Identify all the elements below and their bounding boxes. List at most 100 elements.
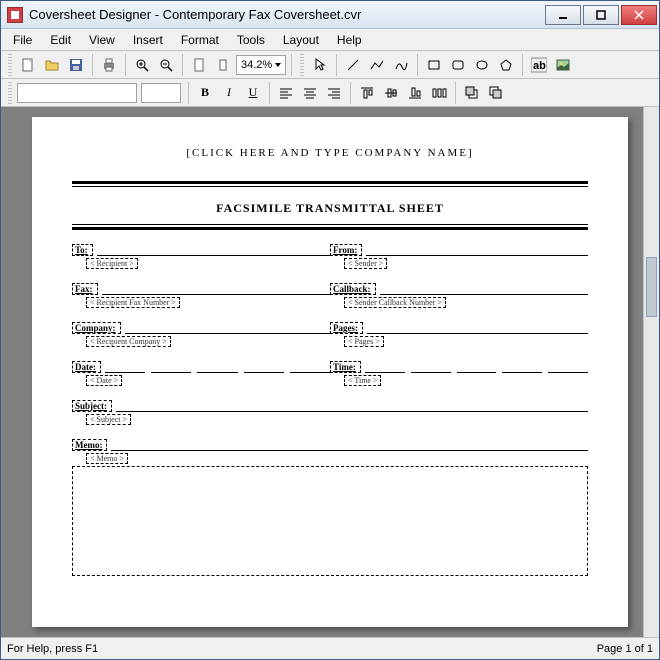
align-left-button[interactable] <box>275 82 297 104</box>
align-middle-button[interactable] <box>380 82 402 104</box>
zoom-value: 34.2% <box>241 59 272 71</box>
new-button[interactable] <box>17 54 39 76</box>
bring-front-icon <box>464 85 480 101</box>
zoom-out-icon <box>158 57 174 73</box>
menu-format[interactable]: Format <box>173 31 227 49</box>
zoom-level[interactable]: 34.2% <box>236 55 286 75</box>
separator <box>188 82 189 104</box>
toolbar-grip[interactable] <box>8 82 12 104</box>
memo-textarea[interactable] <box>72 466 588 576</box>
scrollbar-thumb[interactable] <box>646 257 657 317</box>
align-left-icon <box>278 85 294 101</box>
document-page[interactable]: [CLICK HERE AND TYPE COMPANY NAME] FACSI… <box>32 117 628 627</box>
save-button[interactable] <box>65 54 87 76</box>
menu-tools[interactable]: Tools <box>229 31 273 49</box>
menu-insert[interactable]: Insert <box>125 31 171 49</box>
field-value-company[interactable]: < Recipient Company > <box>86 336 171 347</box>
ellipse-icon <box>474 57 490 73</box>
rect-tool[interactable] <box>423 54 445 76</box>
polygon-icon <box>498 57 514 73</box>
menu-edit[interactable]: Edit <box>42 31 79 49</box>
field-fax[interactable]: Fax: < Recipient Fax Number > <box>72 283 330 308</box>
italic-button[interactable]: I <box>218 82 240 104</box>
field-time[interactable]: Time: < Time > <box>330 361 588 386</box>
field-value-from[interactable]: < Sender > <box>344 258 387 269</box>
field-memo[interactable]: Memo: < Memo > <box>72 439 588 576</box>
maximize-button[interactable] <box>583 5 619 25</box>
ellipse-tool[interactable] <box>471 54 493 76</box>
page-width-button[interactable] <box>188 54 210 76</box>
align-right-button[interactable] <box>323 82 345 104</box>
field-value-date[interactable]: < Date > <box>86 375 122 386</box>
field-label-pages: Pages: <box>330 322 363 334</box>
field-company[interactable]: Company: < Recipient Company > <box>72 322 330 347</box>
minimize-button[interactable] <box>545 5 581 25</box>
rounded-rect-icon <box>450 57 466 73</box>
field-from[interactable]: From: < Sender > <box>330 244 588 269</box>
align-bottom-icon <box>407 85 423 101</box>
field-subject[interactable]: Subject: < Subject > <box>72 400 588 425</box>
font-size-selector[interactable] <box>141 83 181 103</box>
close-button[interactable] <box>621 5 657 25</box>
maximize-icon <box>596 10 606 20</box>
freehand-icon <box>393 57 409 73</box>
field-date[interactable]: Date: < Date > <box>72 361 330 386</box>
print-button[interactable] <box>98 54 120 76</box>
rounded-rect-tool[interactable] <box>447 54 469 76</box>
menu-layout[interactable]: Layout <box>275 31 327 49</box>
underline-button[interactable]: U <box>242 82 264 104</box>
new-file-icon <box>20 57 36 73</box>
font-selector[interactable] <box>17 83 137 103</box>
field-value-memo[interactable]: < Memo > <box>86 453 128 464</box>
distribute-button[interactable] <box>428 82 450 104</box>
open-button[interactable] <box>41 54 63 76</box>
menu-view[interactable]: View <box>81 31 123 49</box>
rect-icon <box>426 57 442 73</box>
menu-file[interactable]: File <box>5 31 40 49</box>
canvas-area[interactable]: [CLICK HERE AND TYPE COMPANY NAME] FACSI… <box>1 107 659 637</box>
freehand-tool[interactable] <box>390 54 412 76</box>
text-tool[interactable]: ab <box>528 54 550 76</box>
bring-front-button[interactable] <box>461 82 483 104</box>
status-help-text: For Help, press F1 <box>7 643 98 655</box>
menu-help[interactable]: Help <box>329 31 370 49</box>
image-tool[interactable] <box>552 54 574 76</box>
field-to[interactable]: To: < Recipient > <box>72 244 330 269</box>
send-back-button[interactable] <box>485 82 507 104</box>
separator <box>269 82 270 104</box>
pointer-tool[interactable] <box>309 54 331 76</box>
separator <box>350 82 351 104</box>
toolbar-grip[interactable] <box>8 54 12 76</box>
toolbar-main: 34.2% ab <box>1 51 659 79</box>
italic-icon: I <box>227 85 231 100</box>
toolbar-grip[interactable] <box>300 54 304 76</box>
pointer-icon <box>312 57 328 73</box>
align-center-button[interactable] <box>299 82 321 104</box>
field-value-time[interactable]: < Time > <box>344 375 381 386</box>
separator <box>455 82 456 104</box>
dropdown-icon <box>275 63 281 67</box>
polyline-tool[interactable] <box>366 54 388 76</box>
zoom-in-button[interactable] <box>131 54 153 76</box>
fields-area: To: < Recipient > From: < Sender > <box>72 244 588 576</box>
field-value-to[interactable]: < Recipient > <box>86 258 138 269</box>
polygon-tool[interactable] <box>495 54 517 76</box>
line-tool[interactable] <box>342 54 364 76</box>
field-callback[interactable]: Callback: < Sender Callback Number > <box>330 283 588 308</box>
app-icon <box>7 7 23 23</box>
vertical-scrollbar[interactable] <box>643 107 659 637</box>
zoom-out-button[interactable] <box>155 54 177 76</box>
field-value-pages[interactable]: < Pages > <box>344 336 384 347</box>
company-name-placeholder[interactable]: [CLICK HERE AND TYPE COMPANY NAME] <box>72 147 588 159</box>
separator <box>125 54 126 76</box>
align-bottom-button[interactable] <box>404 82 426 104</box>
polyline-icon <box>369 57 385 73</box>
whole-page-button[interactable] <box>212 54 234 76</box>
field-value-callback[interactable]: < Sender Callback Number > <box>344 297 446 308</box>
bold-button[interactable]: B <box>194 82 216 104</box>
field-value-fax[interactable]: < Recipient Fax Number > <box>86 297 180 308</box>
align-top-button[interactable] <box>356 82 378 104</box>
field-value-subject[interactable]: < Subject > <box>86 414 131 425</box>
close-icon <box>634 10 644 20</box>
field-pages[interactable]: Pages: < Pages > <box>330 322 588 347</box>
